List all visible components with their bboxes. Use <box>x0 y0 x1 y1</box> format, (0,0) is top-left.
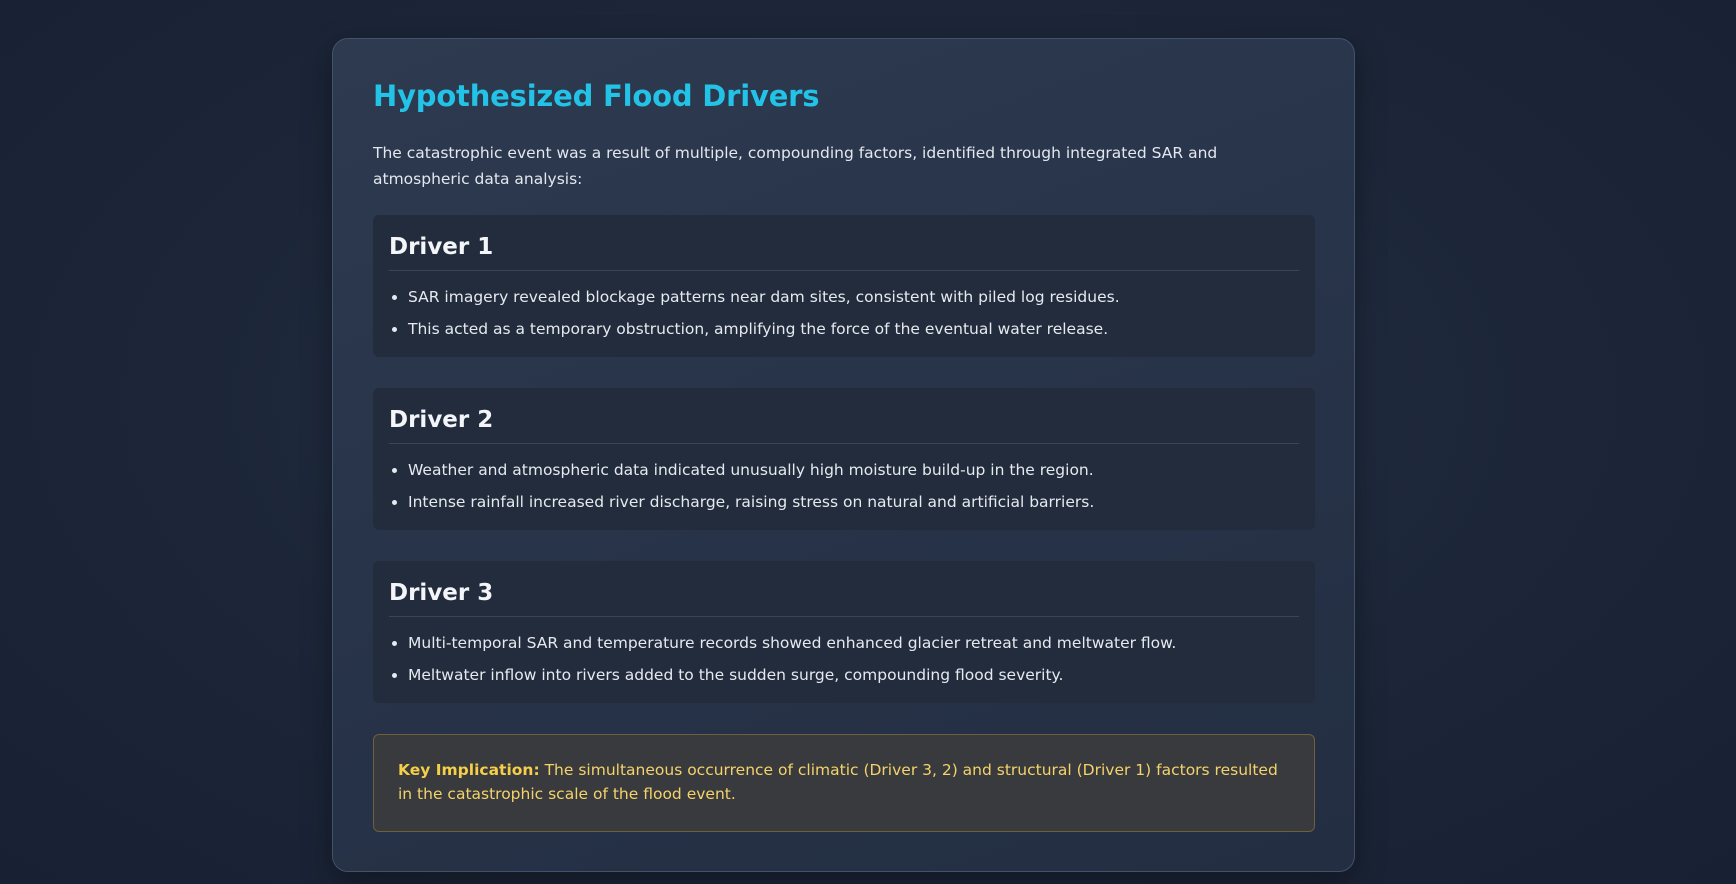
driver-3-list: Multi-temporal SAR and temperature recor… <box>389 617 1299 691</box>
bullet-icon <box>392 500 397 505</box>
list-item: Intense rainfall increased river dischar… <box>389 486 1299 518</box>
list-item-text: Multi-temporal SAR and temperature recor… <box>408 634 1177 652</box>
list-item-text: SAR imagery revealed blockage patterns n… <box>408 288 1120 306</box>
list-item: Weather and atmospheric data indicated u… <box>389 454 1299 486</box>
key-implication-callout: Key Implication: The simultaneous occurr… <box>373 734 1315 832</box>
bullet-icon <box>392 468 397 473</box>
driver-3-panel: Driver 3 Multi-temporal SAR and temperat… <box>373 561 1315 703</box>
bullet-icon <box>392 641 397 646</box>
key-implication-label: Key Implication: <box>398 761 540 779</box>
page-title: Hypothesized Flood Drivers <box>373 79 820 113</box>
driver-2-panel: Driver 2 Weather and atmospheric data in… <box>373 388 1315 530</box>
flood-drivers-card: Hypothesized Flood Drivers The catastrop… <box>332 38 1355 872</box>
bullet-icon <box>392 673 397 678</box>
intro-paragraph: The catastrophic event was a result of m… <box>373 144 1218 188</box>
driver-1-list: SAR imagery revealed blockage patterns n… <box>389 271 1299 345</box>
bullet-icon <box>392 327 397 332</box>
list-item-text: Weather and atmospheric data indicated u… <box>408 461 1094 479</box>
list-item: Meltwater inflow into rivers added to th… <box>389 659 1299 691</box>
list-item: This acted as a temporary obstruction, a… <box>389 313 1299 345</box>
list-item-text: Intense rainfall increased river dischar… <box>408 493 1095 511</box>
driver-1-panel: Driver 1 SAR imagery revealed blockage p… <box>373 215 1315 357</box>
list-item: SAR imagery revealed blockage patterns n… <box>389 281 1299 313</box>
driver-2-list: Weather and atmospheric data indicated u… <box>389 444 1299 518</box>
bullet-icon <box>392 295 397 300</box>
driver-2-heading: Driver 2 <box>389 388 1299 444</box>
list-item: Multi-temporal SAR and temperature recor… <box>389 627 1299 659</box>
driver-3-heading: Driver 3 <box>389 561 1299 617</box>
driver-1-heading: Driver 1 <box>389 215 1299 271</box>
list-item-text: Meltwater inflow into rivers added to th… <box>408 666 1064 684</box>
list-item-text: This acted as a temporary obstruction, a… <box>408 320 1109 338</box>
